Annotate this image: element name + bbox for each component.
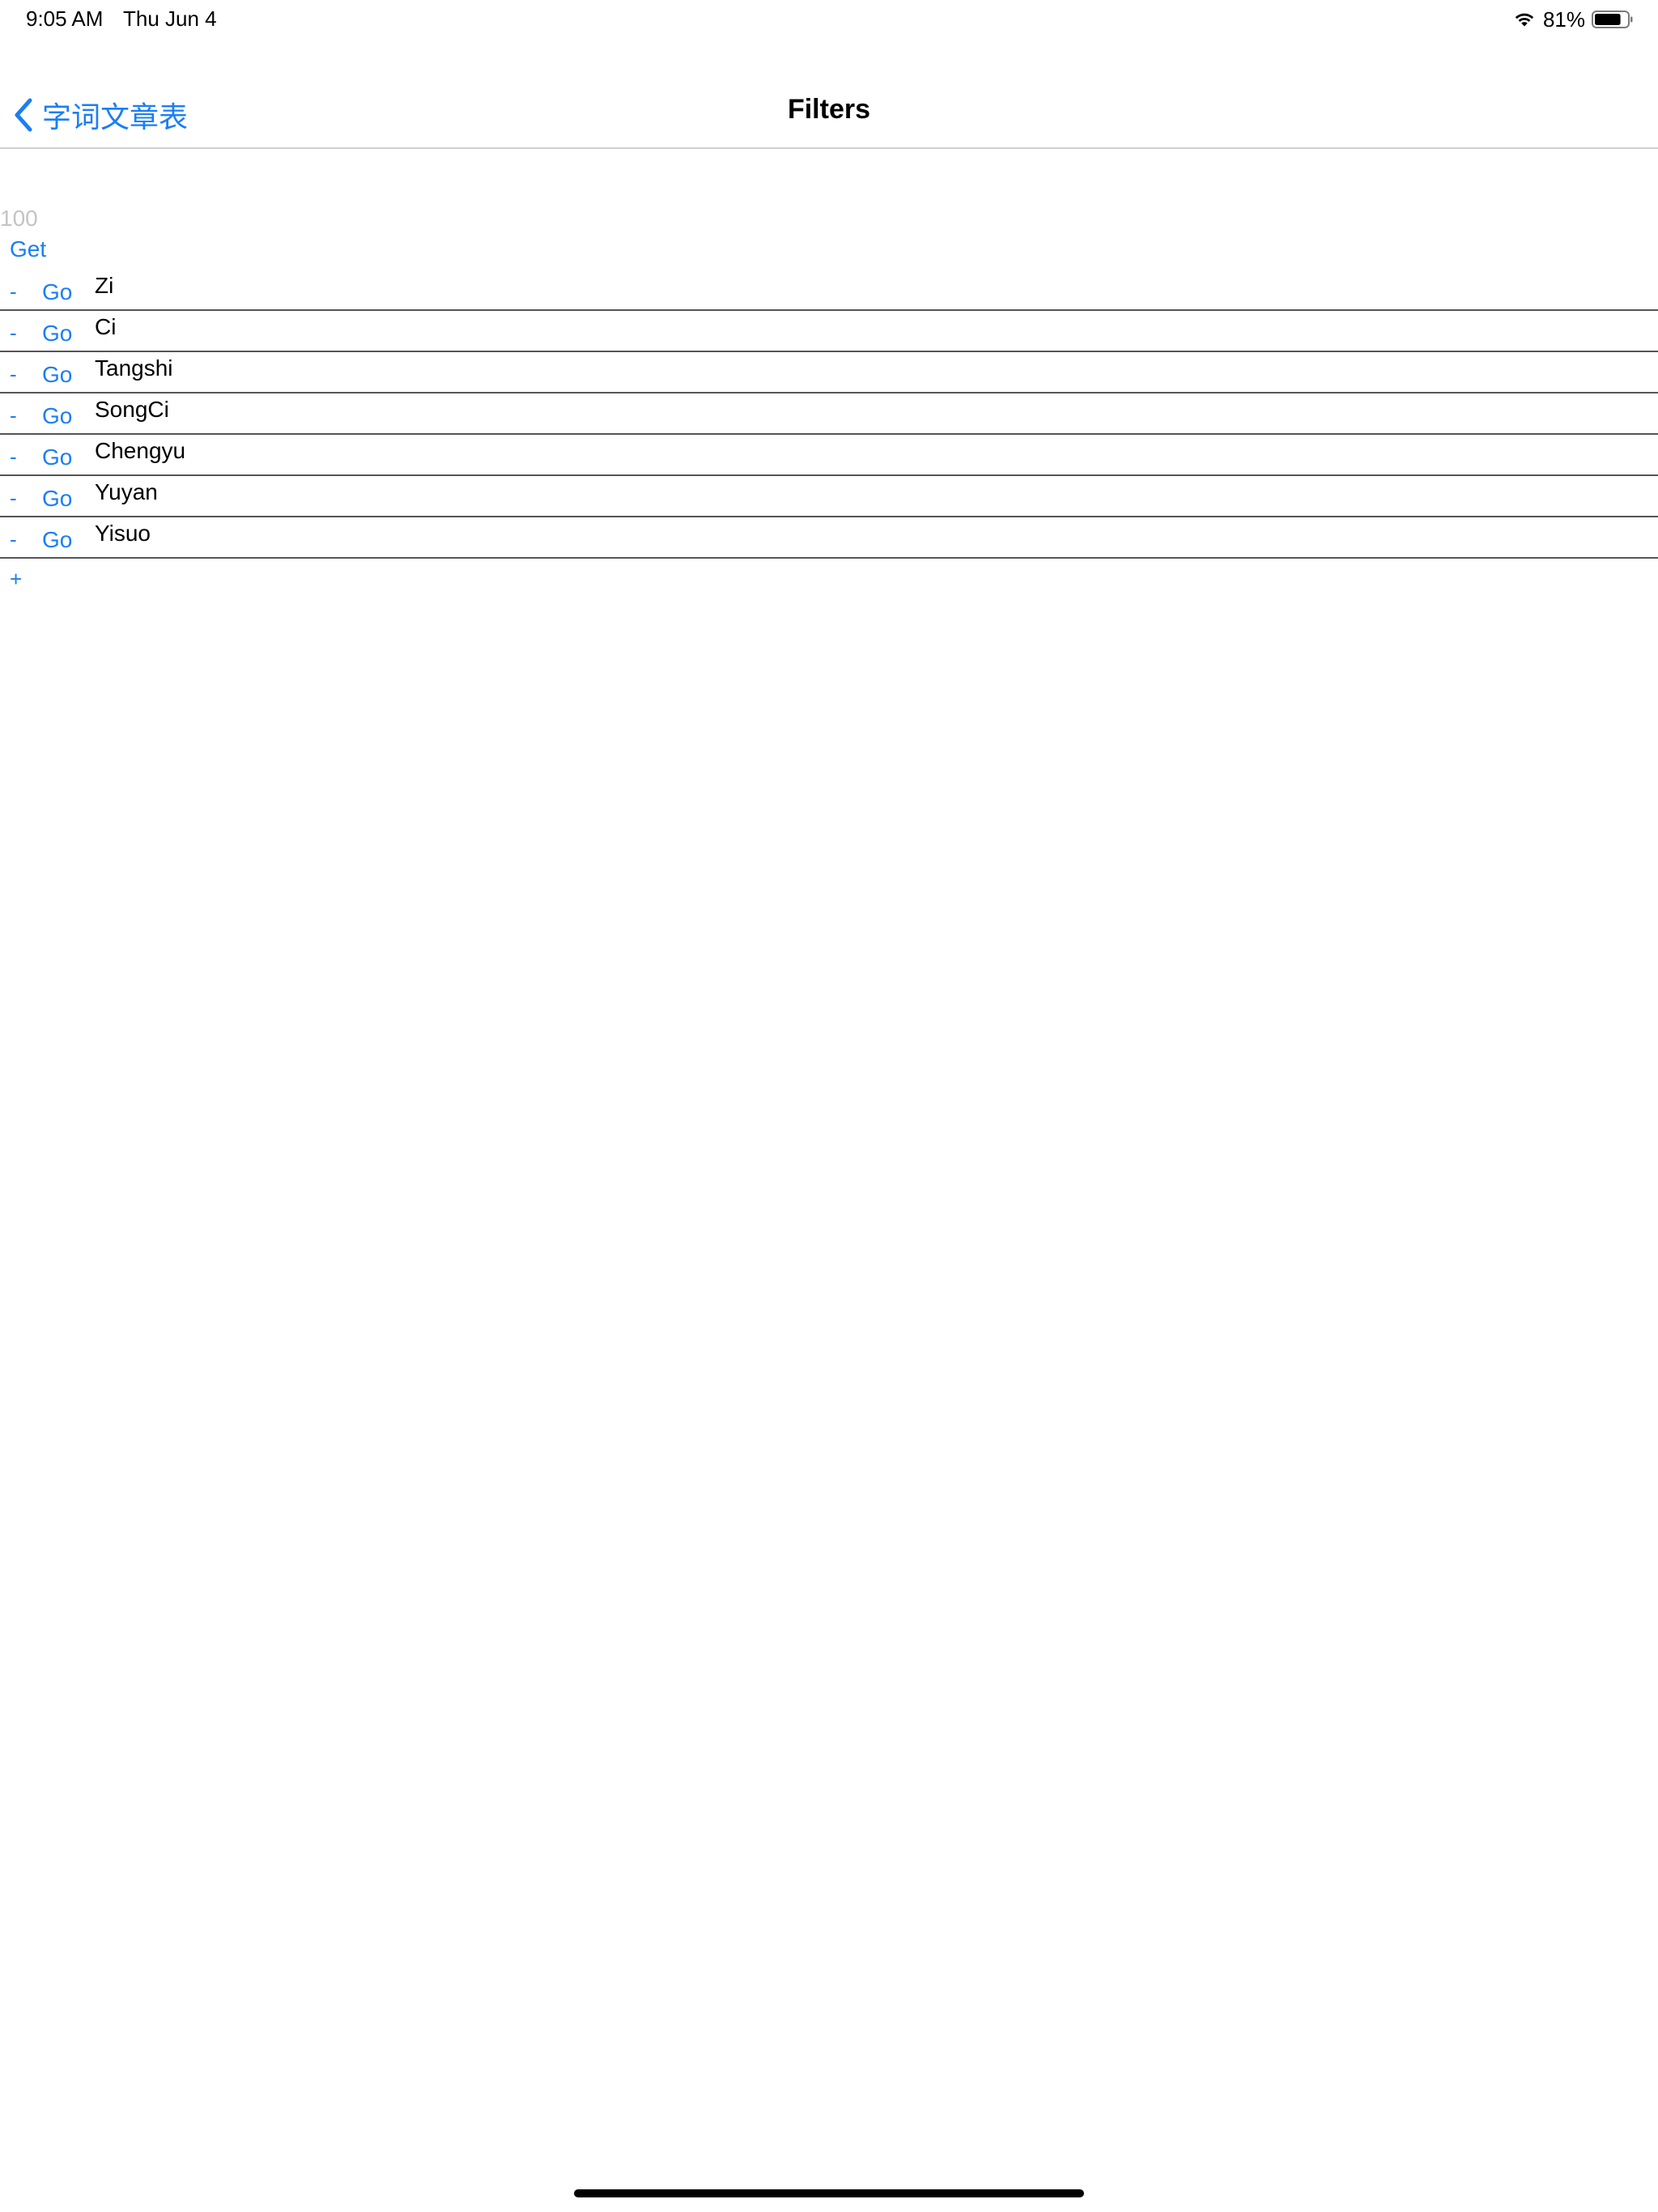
filter-row: - Go Ci <box>0 311 1658 352</box>
filter-name: Tangshi <box>95 355 173 381</box>
filter-name: Chengyu <box>95 438 186 463</box>
filter-row: - Go Chengyu <box>0 435 1658 476</box>
go-button[interactable]: Go <box>42 403 72 429</box>
count-input[interactable] <box>0 202 243 235</box>
wifi-icon <box>1515 13 1534 27</box>
filter-name: SongCi <box>95 397 169 422</box>
remove-filter-button[interactable]: - <box>10 403 17 428</box>
status-bar: 9:05 AM Thu Jun 4 81% <box>0 0 1658 39</box>
remove-filter-button[interactable]: - <box>10 321 17 346</box>
screen: 9:05 AM Thu Jun 4 81% 字词文章表 Filters 100 … <box>0 0 1658 2212</box>
filter-row: - Go Tangshi <box>0 352 1658 393</box>
filter-row: - Go Yuyan <box>0 476 1658 517</box>
status-indicators: 81% <box>1512 6 1634 32</box>
go-button[interactable]: Go <box>42 527 72 553</box>
filter-name: Ci <box>95 314 117 339</box>
add-filter-button[interactable]: + <box>10 567 22 592</box>
filter-name: Zi <box>95 273 114 298</box>
status-date: Thu Jun 4 <box>123 6 217 31</box>
filter-row: - Go SongCi <box>0 393 1658 435</box>
filter-name: Yuyan <box>95 479 158 504</box>
filter-name: Yisuo <box>95 521 151 546</box>
go-button[interactable]: Go <box>42 279 72 305</box>
remove-filter-button[interactable]: - <box>10 486 17 511</box>
status-time: 9:05 AM <box>26 6 104 31</box>
remove-filter-button[interactable]: - <box>10 362 17 387</box>
remove-filter-button[interactable]: - <box>10 445 17 470</box>
filter-list: - Go Zi - Go Ci - Go Tangshi - Go SongCi… <box>0 270 1658 559</box>
go-button[interactable]: Go <box>42 486 72 512</box>
go-button[interactable]: Go <box>42 321 72 347</box>
home-indicator[interactable] <box>574 2189 1084 2197</box>
filter-row: - Go Zi <box>0 270 1658 311</box>
get-button[interactable]: Get <box>10 236 46 262</box>
go-button[interactable]: Go <box>42 362 72 388</box>
page-title: Filters <box>787 94 871 125</box>
battery-icon <box>1592 11 1633 28</box>
filter-row: - Go Yisuo <box>0 517 1658 559</box>
remove-filter-button[interactable]: - <box>10 527 17 552</box>
remove-filter-button[interactable]: - <box>10 279 17 304</box>
battery-percent: 81% <box>1542 6 1585 32</box>
go-button[interactable]: Go <box>42 445 72 470</box>
